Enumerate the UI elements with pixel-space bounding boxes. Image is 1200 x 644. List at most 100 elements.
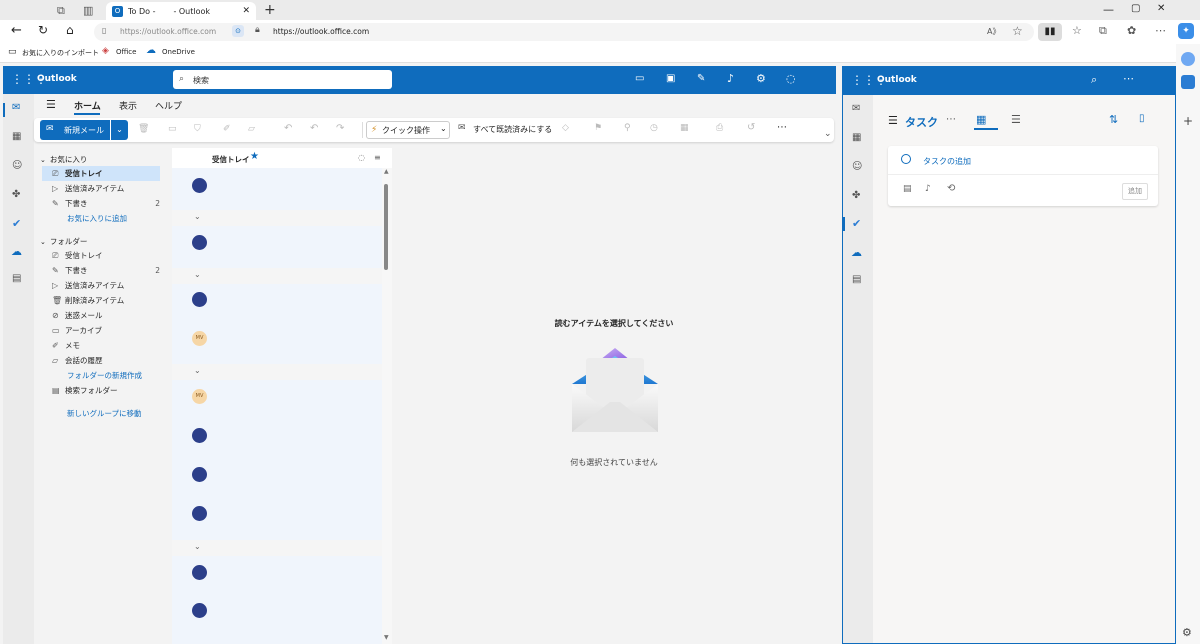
list-item[interactable]: MV [172, 380, 382, 540]
more-icon[interactable]: ⋯ [1123, 72, 1134, 85]
list-item[interactable] [172, 556, 382, 644]
delete-icon[interactable]: 🗑︎ [138, 124, 149, 134]
calendar-icon[interactable]: ▦ [852, 132, 861, 143]
calendar-icon[interactable]: ▦ [12, 131, 21, 142]
my-day-icon[interactable]: ✎ [697, 73, 705, 84]
nav-search-folder[interactable]: ▤ 検索フォルダー [42, 383, 160, 398]
list-group-header[interactable]: ⌄ [172, 540, 382, 556]
grid-view-icon[interactable]: ▦ [976, 113, 986, 126]
favorites-section-header[interactable]: ⌄ お気に入り [40, 152, 158, 167]
close-window-icon[interactable]: ✕ [1157, 3, 1165, 14]
add-favorite-link[interactable]: お気に入りに追加 [42, 211, 160, 226]
nav-conversation-history[interactable]: ▱ 会話の履歴 [42, 353, 160, 368]
hamburger-icon[interactable]: ☰ [888, 114, 898, 127]
add-task-button[interactable]: 追加 [1122, 183, 1148, 200]
vertical-tabs-icon[interactable]: ▥ [83, 4, 93, 17]
todo-app-name[interactable]: Outlook [877, 75, 917, 85]
nav-inbox[interactable]: ⎚ 受信トレイ [42, 248, 160, 263]
app-name[interactable]: Outlook [37, 74, 77, 84]
nav-fav-inbox[interactable]: ⎚ 受信トレイ [42, 166, 160, 181]
nav-fav-drafts[interactable]: ✎ 下書き 2 [42, 196, 160, 211]
repeat-icon[interactable]: ⟲ [947, 183, 955, 194]
hamburger-icon[interactable]: ☰ [46, 98, 56, 111]
details-pane-icon[interactable]: ▯ [1139, 113, 1145, 124]
back-icon[interactable]: ← [11, 23, 22, 38]
scroll-down-icon[interactable]: ▼ [384, 634, 389, 641]
folders-section-header[interactable]: ⌄ フォルダー [40, 234, 158, 249]
tab-help[interactable]: ヘルプ [155, 99, 182, 112]
todo-icon[interactable]: ✔ [852, 217, 861, 230]
scrollbar[interactable]: ▲ ▼ [382, 168, 392, 644]
people-icon[interactable]: ☺ [852, 161, 862, 172]
apps-icon[interactable]: ▤ [12, 273, 21, 284]
favorite-onedrive[interactable]: OneDrive [162, 48, 195, 56]
snooze-icon[interactable]: ◷ [650, 123, 658, 133]
new-folder-link[interactable]: フォルダーの新規作成 [42, 368, 160, 383]
archive-icon[interactable]: ▭ [168, 124, 177, 134]
list-item[interactable] [172, 226, 382, 268]
new-group-link[interactable]: 新しいグループに移動 [42, 406, 160, 421]
forward-icon[interactable]: ↷ [336, 123, 344, 134]
onedrive-rail-icon[interactable]: ☁ [851, 246, 862, 259]
new-mail-button[interactable]: ✉ 新規メール [40, 120, 110, 140]
rules-icon[interactable]: ▦ [680, 123, 689, 133]
refresh-icon[interactable]: ↻ [38, 23, 48, 37]
lock-icon[interactable]: 🔒︎ [255, 25, 260, 35]
select-icon[interactable]: ◌ [358, 153, 365, 162]
search-icon[interactable]: ⌕ [1091, 73, 1097, 87]
favorite-star-icon[interactable]: ★ [250, 151, 259, 162]
scroll-thumb[interactable] [384, 184, 388, 270]
list-group-header[interactable]: ⌄ [172, 268, 382, 284]
sort-icon[interactable]: ⇅ [1109, 113, 1118, 126]
close-tab-icon[interactable]: ✕ [242, 6, 250, 16]
meet-now-icon[interactable]: ▭ [635, 73, 644, 84]
maximize-icon[interactable]: ▢ [1131, 3, 1140, 14]
envelope-open-icon[interactable]: ✉ [458, 123, 466, 133]
tag-icon[interactable]: ◇ [562, 123, 569, 133]
filter-icon[interactable]: ≡ [374, 153, 381, 162]
nav-drafts[interactable]: ✎ 下書き 2 [42, 263, 160, 278]
tips-icon[interactable]: ◌ [786, 72, 796, 85]
apps-icon[interactable]: ▤ [852, 274, 861, 285]
expand-ribbon-icon[interactable]: ⌄ [824, 129, 832, 139]
settings-icon[interactable]: ⚙ [756, 72, 766, 85]
groups-icon[interactable]: ✤ [12, 189, 20, 200]
tab-home[interactable]: ホーム [74, 99, 101, 112]
quick-action-button[interactable]: ⚡ クイック操作 ⌄ [366, 121, 450, 139]
undo-icon[interactable]: ↺ [747, 122, 755, 133]
nav-notes[interactable]: ✐ メモ [42, 338, 160, 353]
notifications-icon[interactable]: ♪ [727, 72, 734, 85]
sweep-icon[interactable]: ✐ [223, 124, 231, 134]
list-item[interactable] [172, 168, 382, 210]
reply-all-icon[interactable]: ↶ [310, 123, 318, 134]
settings-side-icon[interactable]: ⚙ [1182, 626, 1192, 639]
nav-fav-sent[interactable]: ▷ 送信済みアイテム [42, 181, 160, 196]
browser-tab[interactable]: O To Do - - Outlook ✕ [106, 2, 256, 20]
todo-icon[interactable]: ✔ [12, 217, 21, 230]
mark-all-read-button[interactable]: すべて既読済みにする [473, 124, 552, 135]
due-date-icon[interactable]: ▤ [903, 184, 912, 194]
outlook-side-icon[interactable] [1181, 75, 1195, 89]
favorites-icon[interactable]: ☆ [1072, 24, 1082, 37]
nav-deleted[interactable]: 🗑︎ 削除済みアイテム [42, 293, 160, 308]
nav-sent[interactable]: ▷ 送信済みアイテム [42, 278, 160, 293]
read-aloud-icon[interactable]: A》 [987, 26, 1000, 37]
move-to-icon[interactable]: ▱ [248, 124, 255, 134]
new-mail-dropdown[interactable]: ⌄ [111, 120, 128, 140]
copilot-icon[interactable]: ✦ [1178, 23, 1194, 39]
list-group-header[interactable]: ⌄ [172, 364, 382, 380]
mail-icon[interactable]: ✉ [852, 103, 860, 114]
extensions-icon[interactable]: ✿ [1127, 24, 1136, 37]
list-options-icon[interactable]: ⋯ [946, 114, 956, 125]
url-bar[interactable]: ▯ https://outlook.office.com ⊙ 🔒︎ https:… [94, 23, 1034, 41]
workspaces-icon[interactable]: ⧉ [57, 4, 65, 18]
new-tab-icon[interactable]: + [264, 2, 276, 18]
print-icon[interactable]: ⎙ [716, 123, 723, 133]
reminder-icon[interactable]: ♪ [925, 184, 931, 194]
favorite-office[interactable]: Office [116, 48, 136, 56]
nav-archive[interactable]: ▭ アーカイブ [42, 323, 160, 338]
scroll-up-icon[interactable]: ▲ [384, 168, 389, 175]
people-icon[interactable]: ☺ [12, 160, 22, 171]
copilot-side-icon[interactable] [1181, 52, 1195, 66]
favorite-import[interactable]: お気に入りのインポート [22, 48, 99, 58]
